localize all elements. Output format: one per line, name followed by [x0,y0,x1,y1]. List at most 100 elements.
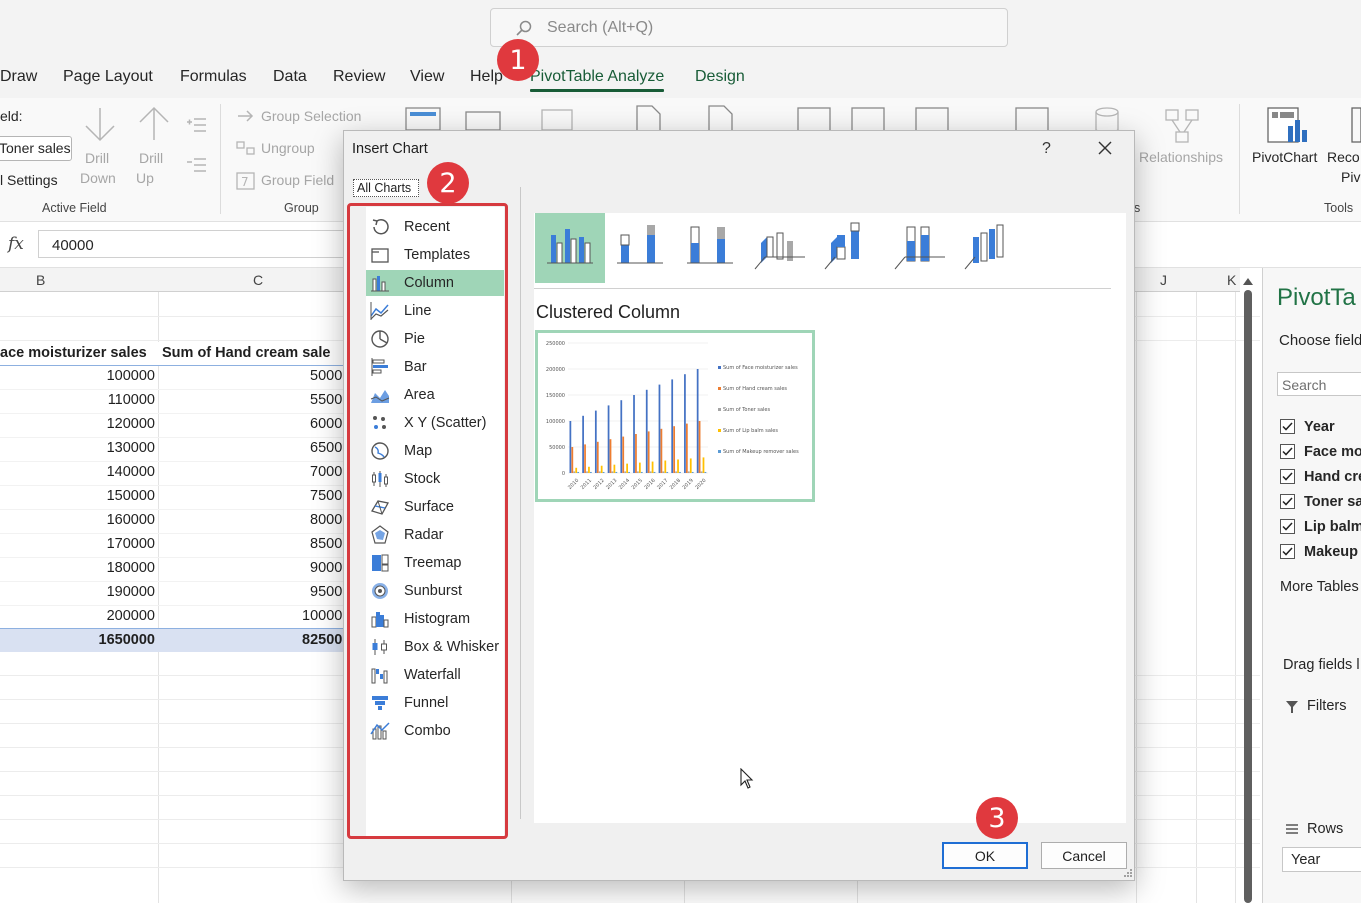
field-checkbox-row[interactable]: Year [1280,418,1361,438]
pivot-cell-hand[interactable]: 10000 [302,608,342,624]
chart-type-bar[interactable]: Bar [366,354,504,380]
tab-draw[interactable]: Draw [0,68,37,86]
field-checkbox-row[interactable]: Face mo [1280,443,1361,463]
search-box[interactable]: Search (Alt+Q) [490,8,1008,47]
expand-field-icon[interactable] [186,116,208,134]
column-header-k[interactable]: K [1227,272,1236,288]
total-hand[interactable]: 82500 [302,632,342,648]
pivot-cell-face[interactable]: 130000 [107,440,155,456]
pivot-cell-hand[interactable]: 9000 [310,560,342,576]
pivot-header-hand[interactable]: Sum of Hand cream sale [162,345,330,361]
drill-up-button[interactable]: Drill Up [134,104,174,194]
checkbox-checked-icon[interactable] [1280,419,1295,434]
chart-type-sunburst[interactable]: Sunburst [366,578,504,604]
pivot-cell-face[interactable]: 140000 [107,464,155,480]
pivot-cell-hand[interactable]: 7000 [310,464,342,480]
chart-type-scatter[interactable]: X Y (Scatter) [366,410,504,436]
chart-type-combo[interactable]: Combo [366,718,504,744]
recommended-pivottables-label-1[interactable]: Reco [1327,149,1360,165]
cancel-button[interactable]: Cancel [1041,842,1127,869]
vertical-scrollbar[interactable] [1240,278,1256,903]
tab-page-layout[interactable]: Page Layout [63,68,153,86]
subtype-3d-column[interactable] [955,213,1025,283]
subtype-clustered-column[interactable] [535,213,605,283]
tab-all-charts[interactable]: All Charts [353,179,419,197]
chart-type-box-whisker[interactable]: Box & Whisker [366,634,504,660]
drill-down-button[interactable]: Drill Down [80,104,120,194]
recommended-pivottables-label-2[interactable]: Piv [1341,169,1360,185]
pivot-cell-face[interactable]: 170000 [107,536,155,552]
tab-review[interactable]: Review [333,68,385,86]
checkbox-checked-icon[interactable] [1280,519,1295,534]
pivot-cell-face[interactable]: 150000 [107,488,155,504]
formula-input[interactable]: 40000 [38,230,358,258]
chart-type-waterfall[interactable]: Waterfall [366,662,504,688]
chart-type-funnel[interactable]: Funnel [366,690,504,716]
chart-type-radar[interactable]: Radar [366,522,504,548]
tab-help[interactable]: Help [470,68,503,86]
active-field-input[interactable]: Toner sales [0,136,72,161]
chart-type-treemap[interactable]: Treemap [366,550,504,576]
field-checkbox-row[interactable]: Toner sa [1280,493,1361,513]
total-face[interactable]: 1650000 [99,632,155,648]
checkbox-checked-icon[interactable] [1280,544,1295,559]
ribbon-command-icon[interactable] [464,110,504,132]
pivot-cell-face[interactable]: 110000 [108,392,155,408]
pivot-cell-hand[interactable]: 6000 [310,416,342,432]
ungroup-button[interactable]: Ungroup [261,140,315,156]
group-field-button[interactable]: Group Field [261,172,334,188]
ok-button[interactable]: OK [942,842,1028,869]
checkbox-checked-icon[interactable] [1280,444,1295,459]
field-checkbox-row[interactable]: Hand cre [1280,468,1361,488]
chart-type-stock[interactable]: Stock [366,466,504,492]
close-icon[interactable] [1094,137,1116,159]
help-button[interactable]: ? [1042,140,1051,158]
subtype-3d-stacked-column[interactable] [815,213,885,283]
checkbox-checked-icon[interactable] [1280,469,1295,484]
ribbon-command-icon[interactable] [706,104,736,132]
chart-type-column[interactable]: Column [366,270,504,296]
chart-type-surface[interactable]: Surface [366,494,504,520]
chart-type-templates[interactable]: Templates [366,242,504,268]
ribbon-command-icon[interactable] [850,106,886,132]
pivot-cell-face[interactable]: 160000 [107,512,155,528]
subtype-stacked-column[interactable] [605,213,675,283]
insert-function-icon[interactable]: fx [8,234,24,254]
ribbon-command-icon[interactable] [634,104,664,132]
pivot-cell-hand[interactable]: 6500 [310,440,342,456]
column-header-c[interactable]: C [253,272,263,288]
more-tables-link[interactable]: More Tables [1280,579,1359,595]
pivot-cell-hand[interactable]: 8000 [310,512,342,528]
pivot-cell-face[interactable]: 100000 [107,368,155,384]
chart-type-area[interactable]: Area [366,382,504,408]
pivot-cell-hand[interactable]: 9500 [310,584,342,600]
resize-grip-icon[interactable] [1123,868,1133,878]
chart-preview[interactable]: 250000 200000 150000 100000 50000 0 2010 2011 20… [535,330,815,502]
pivotchart-button[interactable]: PivotChart [1252,149,1317,165]
ribbon-command-icon[interactable] [540,106,580,132]
column-header-j[interactable]: J [1160,272,1167,288]
collapse-field-icon[interactable] [186,156,208,174]
pivot-cell-face[interactable]: 190000 [107,584,155,600]
ribbon-command-icon[interactable] [796,106,832,132]
subtype-100-stacked-column[interactable] [675,213,745,283]
ribbon-command-icon[interactable] [914,106,950,132]
chart-type-pie[interactable]: Pie [366,326,504,352]
relationships-button[interactable]: Relationships [1139,149,1223,165]
subtype-3d-clustered-column[interactable] [745,213,815,283]
ribbon-command-icon[interactable] [1014,106,1050,132]
pivot-cell-face[interactable]: 200000 [107,608,155,624]
pivot-cell-face[interactable]: 180000 [107,560,155,576]
field-settings-button[interactable]: l Settings [0,172,58,188]
subtype-3d-100-stacked-column[interactable] [885,213,955,283]
chart-type-recent[interactable]: Recent [366,214,504,240]
rows-area-item[interactable]: Year [1282,847,1361,872]
ribbon-command-icon[interactable] [404,106,444,132]
tab-formulas[interactable]: Formulas [180,68,247,86]
chart-type-map[interactable]: Map [366,438,504,464]
field-checkbox-row[interactable]: Makeup [1280,543,1361,563]
tab-design[interactable]: Design [695,68,745,86]
group-selection-button[interactable]: Group Selection [261,108,361,124]
field-checkbox-row[interactable]: Lip balm [1280,518,1361,538]
pivot-cell-hand[interactable]: 5000 [310,368,342,384]
